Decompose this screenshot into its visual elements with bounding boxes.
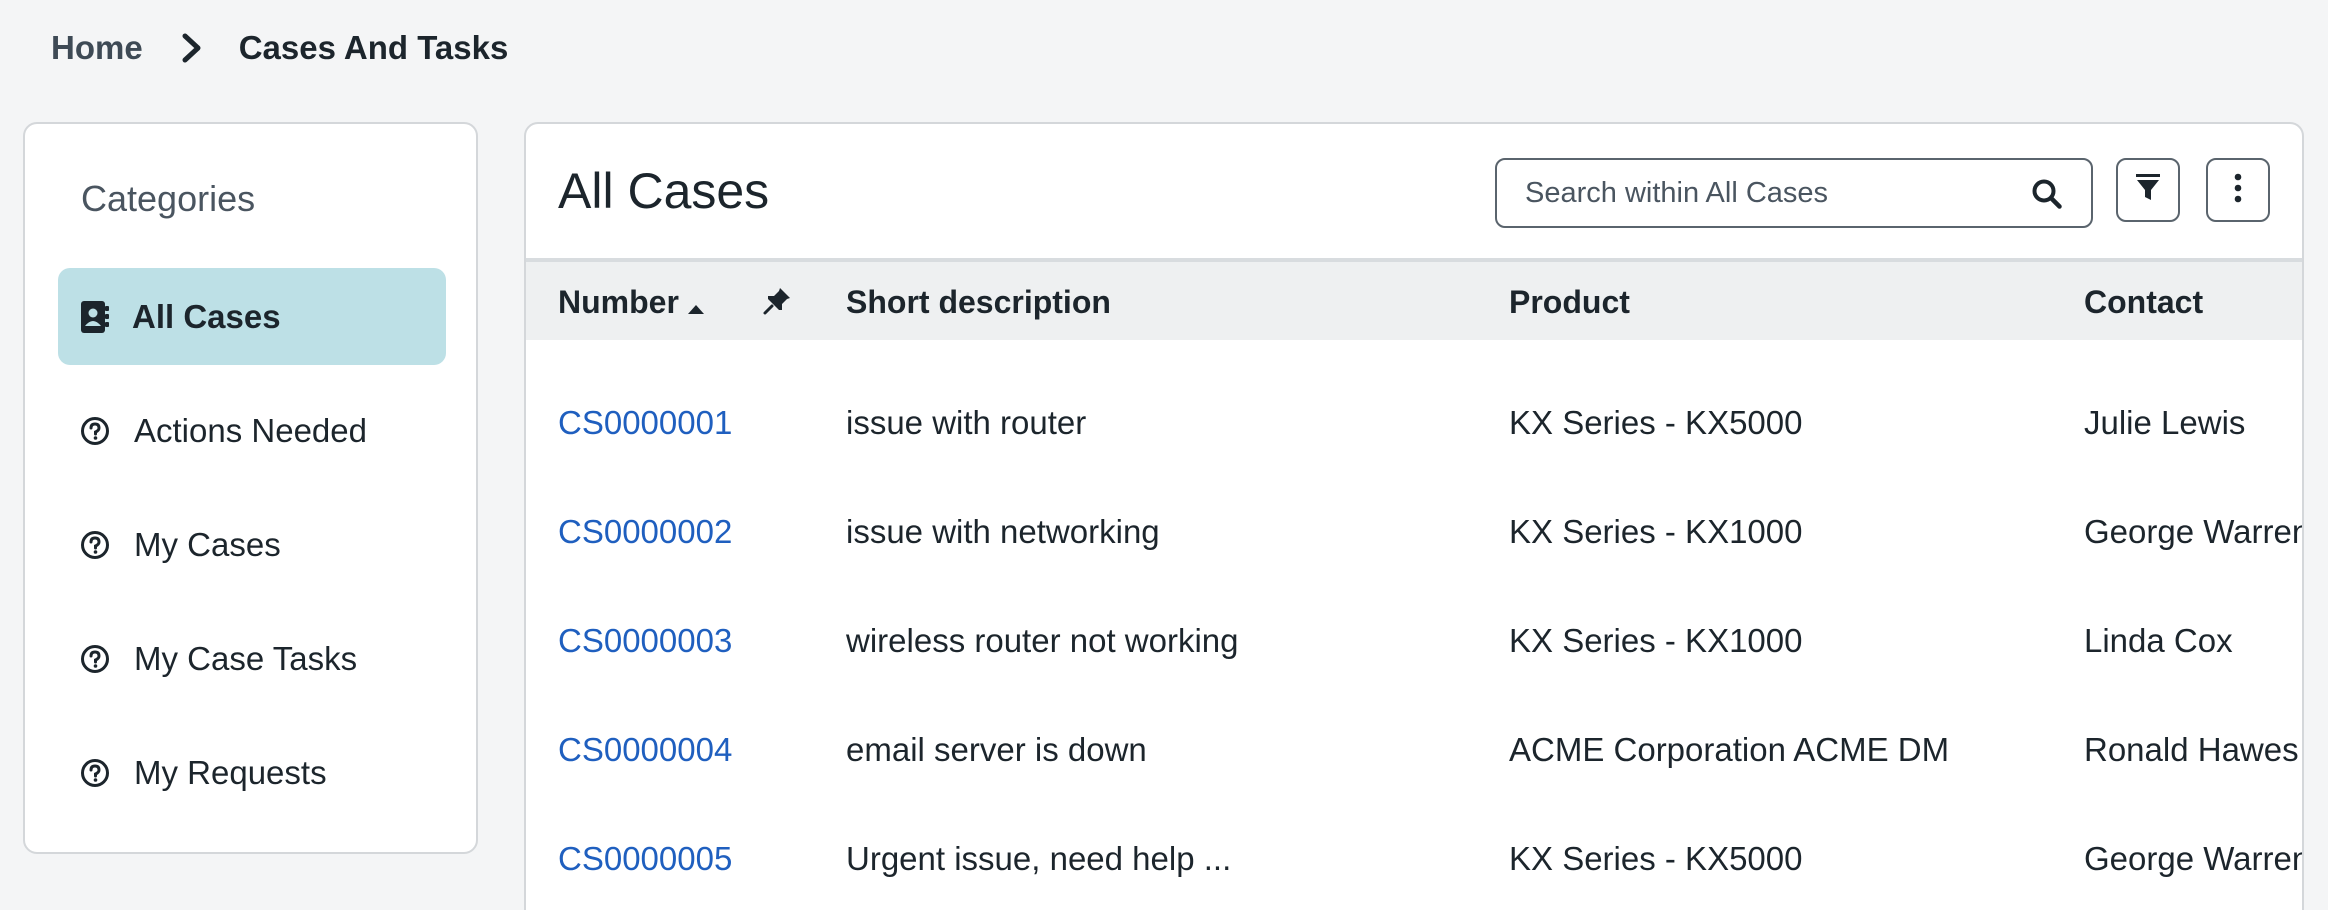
column-header-short-description[interactable]: Short description	[846, 284, 1111, 321]
product-cell: KX Series - KX5000	[1509, 840, 1803, 877]
short-description-cell: Urgent issue, need help ...	[846, 840, 1232, 877]
table-row: CS0000002 issue with networking KX Serie…	[526, 479, 2302, 588]
sidebar-item-all-cases[interactable]: All Cases	[58, 268, 446, 365]
breadcrumb: Home Cases And Tasks	[51, 24, 508, 72]
case-number-link[interactable]: CS0000005	[558, 840, 732, 878]
question-circle-icon	[78, 642, 112, 676]
question-circle-icon	[78, 414, 112, 448]
sidebar-item-my-requests[interactable]: My Requests	[58, 724, 446, 821]
sort-ascending-icon	[687, 286, 705, 323]
page-title: All Cases	[558, 163, 770, 219]
filter-button[interactable]	[2116, 158, 2180, 222]
sidebar-item-my-cases[interactable]: My Cases	[58, 496, 446, 593]
chevron-right-icon	[167, 33, 217, 63]
sidebar-item-my-case-tasks[interactable]: My Case Tasks	[58, 610, 446, 707]
contact-book-icon	[78, 300, 112, 334]
sidebar-item-label: All Cases	[132, 297, 281, 335]
filter-icon	[2135, 173, 2161, 208]
short-description-cell: issue with router	[846, 404, 1087, 441]
short-description-cell: issue with networking	[846, 513, 1160, 550]
sidebar-item-actions-needed[interactable]: Actions Needed	[58, 382, 446, 479]
sidebar-item-label: My Requests	[134, 753, 327, 791]
column-header-contact[interactable]: Contact	[2084, 284, 2203, 321]
search-box	[1495, 158, 2093, 228]
column-header-number[interactable]: Number	[558, 284, 705, 323]
product-cell: KX Series - KX1000	[1509, 622, 1803, 659]
search-icon[interactable]	[2031, 178, 2063, 210]
table-row: CS0000001 issue with router KX Series - …	[526, 370, 2302, 479]
contact-cell: George Warren	[2084, 513, 2304, 550]
more-options-button[interactable]	[2206, 158, 2270, 222]
table-header: Number Short description Product Contact	[526, 258, 2302, 340]
case-number-link[interactable]: CS0000004	[558, 731, 732, 769]
sidebar-item-label: My Cases	[134, 525, 281, 563]
sidebar-item-label: My Case Tasks	[134, 639, 358, 677]
table-row: CS0000005 Urgent issue, need help ... KX…	[526, 806, 2302, 910]
sidebar-title: Categories	[81, 178, 256, 219]
case-number-link[interactable]: CS0000001	[558, 404, 732, 442]
question-circle-icon	[78, 528, 112, 562]
contact-cell: Linda Cox	[2084, 622, 2233, 659]
column-header-label: Number	[558, 284, 679, 320]
contact-cell: Ronald Hawes	[2084, 731, 2299, 768]
case-number-link[interactable]: CS0000003	[558, 622, 732, 660]
cases-list-panel: All Cases Number Short description Produ…	[524, 122, 2304, 910]
product-cell: KX Series - KX5000	[1509, 404, 1803, 441]
breadcrumb-current: Cases And Tasks	[238, 29, 509, 66]
product-cell: KX Series - KX1000	[1509, 513, 1803, 550]
column-header-product[interactable]: Product	[1509, 284, 1630, 321]
more-vertical-icon	[2234, 173, 2242, 208]
case-number-link[interactable]: CS0000002	[558, 513, 732, 551]
sidebar-item-label: Actions Needed	[134, 411, 367, 449]
table-row: CS0000003 wireless router not working KX…	[526, 588, 2302, 697]
categories-sidebar: Categories All Cases Actions Needed My C…	[23, 122, 478, 854]
breadcrumb-home-link[interactable]: Home	[51, 29, 143, 67]
table-row: CS0000004 email server is down ACME Corp…	[526, 697, 2302, 806]
product-cell: ACME Corporation ACME DM	[1509, 731, 1950, 768]
contact-cell: Julie Lewis	[2084, 404, 2246, 441]
search-input[interactable]	[1525, 176, 2005, 210]
question-circle-icon	[78, 756, 112, 790]
short-description-cell: wireless router not working	[846, 622, 1239, 659]
pin-icon[interactable]	[762, 286, 792, 316]
contact-cell: George Warren	[2084, 840, 2304, 877]
short-description-cell: email server is down	[846, 731, 1147, 768]
